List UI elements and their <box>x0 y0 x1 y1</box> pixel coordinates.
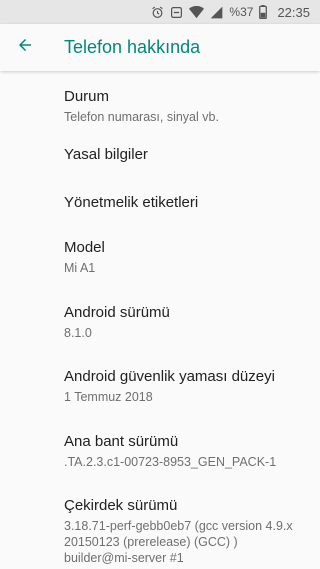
item-subtitle-line: 20150123 (prerelease) (GCC) ) <box>64 535 238 549</box>
item-title: Durum <box>64 88 110 105</box>
back-button[interactable] <box>1 24 49 71</box>
signal-icon <box>210 6 223 19</box>
item-subtitle: Telefon numarası, sinyal vb. <box>64 110 219 124</box>
item-title: Model <box>64 239 105 256</box>
item-subtitle-line: builder@mi-server #1 <box>64 551 184 565</box>
list-item-android-version[interactable]: Android sürümü 8.1.0 <box>0 295 320 359</box>
item-subtitle: 1 Temmuz 2018 <box>64 390 153 404</box>
list-item-baseband-version[interactable]: Ana bant sürümü .TA.2.3.c1-00723-8953_GE… <box>0 423 320 487</box>
alarm-icon <box>151 6 164 19</box>
list-item-legal[interactable]: Yasal bilgiler <box>0 135 320 183</box>
item-title: Android güvenlik yaması düzeyi <box>64 368 275 385</box>
item-subtitle: .TA.2.3.c1-00723-8953_GEN_PACK-1 <box>64 455 277 469</box>
wifi-icon <box>189 5 205 19</box>
item-title: Android sürümü <box>64 304 170 321</box>
page-title: Telefon hakkında <box>64 37 201 57</box>
list-item-security-patch[interactable]: Android güvenlik yaması düzeyi 1 Temmuz … <box>0 359 320 423</box>
app-bar: Telefon hakkında <box>0 24 320 71</box>
item-title: Çekirdek sürümü <box>64 497 178 514</box>
list-item-kernel-version[interactable]: Çekirdek sürümü 3.18.71-perf-gebb0eb7 (g… <box>0 487 320 566</box>
battery-percent: %37 <box>229 5 254 19</box>
item-subtitle: Mi A1 <box>64 261 96 275</box>
status-bar: %37 22:35 <box>0 0 320 24</box>
item-subtitle-line: 3.18.71-perf-gebb0eb7 (gcc version 4.9.x <box>64 519 293 533</box>
item-title: Yasal bilgiler <box>64 146 148 163</box>
list-item-regulatory-labels[interactable]: Yönetmelik etiketleri <box>0 183 320 231</box>
list-item-status[interactable]: Durum Telefon numarası, sinyal vb. <box>0 71 320 135</box>
list-item-model[interactable]: Model Mi A1 <box>0 231 320 295</box>
arrow-back-icon <box>16 36 34 59</box>
clock: 22:35 <box>277 4 310 20</box>
item-title: Ana bant sürümü <box>64 433 179 450</box>
item-title: Yönetmelik etiketleri <box>64 194 199 211</box>
mute-icon <box>170 6 183 19</box>
battery-icon <box>259 5 268 19</box>
settings-list: Durum Telefon numarası, sinyal vb. Yasal… <box>0 71 320 566</box>
item-subtitle: 8.1.0 <box>64 326 92 340</box>
